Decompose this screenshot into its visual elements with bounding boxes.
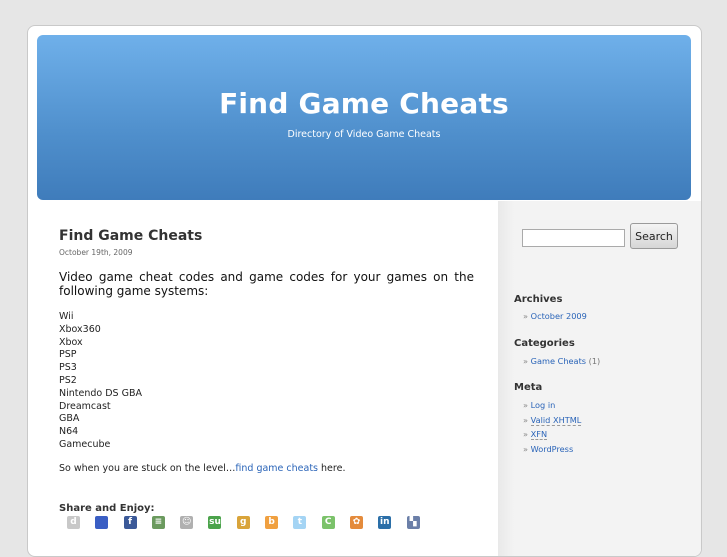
categories-title: Categories	[514, 338, 575, 349]
meta-list: » Log in » Valid XHTML » XFN » WordPress	[523, 398, 582, 456]
post-intro: Video game cheat codes and game codes fo…	[59, 270, 474, 298]
blog-description: Directory of Video Game Cheats	[287, 129, 441, 140]
mixx-icon[interactable]: ▚	[406, 516, 420, 529]
game-systems-list: Wii Xbox360 Xbox PSP PS3 PS2 Nintendo DS…	[59, 311, 474, 452]
archive-link-october-2009[interactable]: October 2009	[531, 311, 587, 321]
google-bookmarks-icon[interactable]: ≡	[151, 516, 165, 529]
reddit-icon[interactable]: ☺	[180, 516, 194, 529]
share-icons-row: d f ≡ ☺ su g b t C ✿ in ▚	[67, 516, 435, 529]
xfn-link[interactable]: XFN	[530, 429, 548, 440]
stumbleupon-icon[interactable]: su	[208, 516, 222, 529]
sidebar: Search Archives » October 2009 Categorie…	[498, 201, 701, 556]
list-item: Xbox360	[59, 323, 101, 335]
digg-icon[interactable]: d	[67, 516, 80, 529]
find-game-cheats-link[interactable]: find game cheats	[235, 463, 318, 474]
list-item: » XFN	[523, 429, 548, 440]
list-item: PS3	[59, 362, 77, 374]
list-item: Wii	[59, 311, 74, 322]
blog-header: Find Game Cheats Directory of Video Game…	[37, 35, 691, 200]
wordpress-link[interactable]: WordPress	[531, 444, 574, 454]
login-link[interactable]: Log in	[531, 400, 556, 410]
category-link-game-cheats[interactable]: Game Cheats	[531, 356, 586, 366]
delicious-icon[interactable]	[95, 516, 109, 529]
live-icon[interactable]: ✿	[349, 516, 363, 529]
archives-title: Archives	[514, 294, 563, 305]
list-item: » WordPress	[523, 443, 574, 454]
list-item: PS2	[59, 374, 77, 386]
blog-title[interactable]: Find Game Cheats	[37, 35, 691, 120]
technorati-icon[interactable]: C	[321, 516, 335, 529]
categories-list: » Game Cheats (1)	[523, 354, 600, 369]
list-item: » Log in	[523, 400, 556, 410]
stuck-prefix: So when you are stuck on the level…	[59, 462, 236, 474]
share-label: Share and Enjoy:	[59, 503, 155, 514]
list-item: » Game Cheats (1)	[523, 356, 601, 366]
post-date: October 19th, 2009	[59, 248, 133, 257]
list-item: N64	[59, 426, 79, 438]
archives-list: » October 2009	[523, 309, 587, 324]
list-item: Gamecube	[59, 438, 111, 450]
list-item: Nintendo DS GBA	[59, 387, 142, 399]
blogger-icon[interactable]: b	[265, 516, 279, 529]
stuck-sentence: So when you are stuck on the level…find …	[59, 463, 474, 474]
list-item: » Valid XHTML	[523, 414, 582, 426]
search-input[interactable]	[522, 229, 625, 247]
list-item: Dreamcast	[59, 400, 111, 412]
linkedin-icon[interactable]: in	[378, 516, 392, 529]
list-item: PSP	[59, 349, 77, 361]
stuck-suffix: here.	[318, 462, 346, 474]
main-content: Find Game Cheats October 19th, 2009 Vide…	[59, 228, 474, 529]
google-buzz-icon[interactable]: g	[236, 516, 250, 529]
list-item: » October 2009	[523, 311, 587, 321]
list-item: Xbox	[59, 336, 83, 348]
valid-xhtml-link[interactable]: Valid XHTML	[530, 414, 582, 426]
twitter-icon[interactable]: t	[293, 516, 307, 529]
page-container: Find Game Cheats Directory of Video Game…	[27, 25, 702, 557]
category-count: (1)	[588, 356, 601, 366]
list-item: GBA	[59, 413, 80, 425]
facebook-icon[interactable]: f	[123, 516, 137, 529]
search-button[interactable]: Search	[630, 223, 678, 249]
post-title[interactable]: Find Game Cheats	[59, 228, 474, 244]
meta-title: Meta	[514, 382, 543, 393]
